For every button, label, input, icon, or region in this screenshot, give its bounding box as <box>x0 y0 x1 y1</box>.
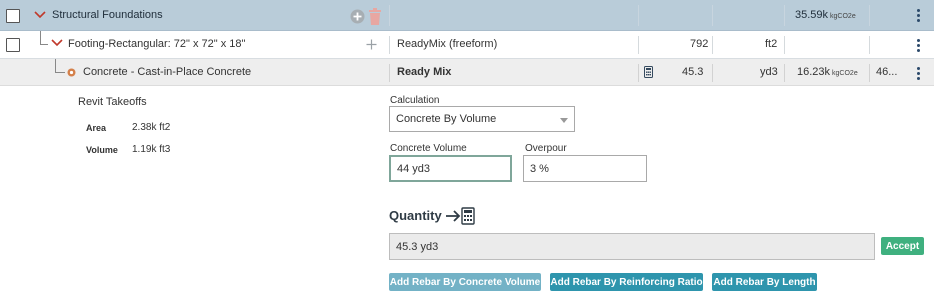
add-circle-icon[interactable] <box>350 9 365 24</box>
overpour-label: Overpour <box>525 143 567 154</box>
revit-area-value: 2.38k ft2 <box>132 122 171 133</box>
chevron-down-icon[interactable] <box>51 39 63 47</box>
add-icon[interactable] <box>366 39 377 50</box>
chevron-down-icon[interactable] <box>34 11 46 19</box>
quantity-output: 45.3 yd3 <box>389 233 875 260</box>
revit-area-label: Area <box>86 123 107 133</box>
calculation-select[interactable]: Concrete By Volume <box>389 106 575 132</box>
material-carbon-unit: kgCO2e <box>832 70 858 77</box>
assembly-carbon-unit: kgCO2e <box>830 13 856 20</box>
assembly-carbon-number: 35.59k <box>795 9 829 21</box>
concrete-volume-value: 44 yd3 <box>397 162 431 175</box>
material-quantity: 45.3 <box>682 66 704 78</box>
concrete-volume-label: Concrete Volume <box>390 143 467 154</box>
calculation-select-value: Concrete By Volume <box>396 113 497 125</box>
trash-icon[interactable] <box>368 8 382 25</box>
revit-volume-label: Volume <box>86 145 118 155</box>
material-extra-value: 46... <box>876 66 898 78</box>
material-title: Concrete - Cast-in-Place Concrete <box>83 66 252 78</box>
quantity-output-value: 45.3 yd3 <box>396 240 439 253</box>
material-carbon-number: 16.23k <box>797 66 831 78</box>
element-material: ReadyMix (freeform) <box>397 38 498 50</box>
arrow-to-calculator-icon <box>446 207 475 225</box>
element-title: Footing-Rectangular: 72" x 72" x 18" <box>68 38 246 50</box>
material-name: Ready Mix <box>397 66 452 78</box>
element-checkbox[interactable] <box>6 38 20 52</box>
element-quantity: 792 <box>690 38 709 50</box>
quantity-title: Quantity <box>389 208 442 223</box>
material-row[interactable]: Concrete - Cast-in-Place Concrete Ready … <box>0 59 934 86</box>
element-menu-icon[interactable] <box>917 39 921 52</box>
material-menu-icon[interactable] <box>917 67 921 80</box>
accept-button[interactable]: Accept <box>881 237 924 255</box>
assembly-title: Structural Foundations <box>52 9 163 21</box>
revit-volume-value: 1.19k ft3 <box>132 144 171 155</box>
add-rebar-by-reinforcing-ratio-button[interactable]: Add Rebar By Reinforcing Ratio <box>550 273 703 291</box>
revit-takeoffs-title: Revit Takeoffs <box>78 96 147 108</box>
material-unit: yd3 <box>760 66 778 78</box>
material-dot-icon <box>67 68 76 77</box>
calculation-label: Calculation <box>390 95 440 106</box>
element-row[interactable]: Footing-Rectangular: 72" x 72" x 18" Rea… <box>0 31 934 59</box>
caret-down-icon <box>560 118 568 123</box>
overpour-input[interactable]: 3 % <box>523 155 647 182</box>
calculator-icon[interactable] <box>644 66 653 78</box>
material-detail-panel: Revit Takeoffs Area 2.38k ft2 Volume 1.1… <box>0 86 934 307</box>
overpour-value: 3 % <box>530 162 549 175</box>
material-carbon-value: 16.23k kgCO2e <box>797 66 858 78</box>
assembly-row[interactable]: Structural Foundations 35.59k kgCO2e <box>0 0 934 31</box>
element-unit: ft2 <box>765 38 778 50</box>
add-rebar-by-concrete-volume-button[interactable]: Add Rebar By Concrete Volume <box>389 273 541 291</box>
assembly-carbon-value: 35.59k kgCO2e <box>795 9 856 21</box>
assembly-checkbox[interactable] <box>6 9 20 23</box>
concrete-volume-input[interactable]: 44 yd3 <box>389 155 512 182</box>
assembly-menu-icon[interactable] <box>917 9 921 22</box>
add-rebar-by-length-button[interactable]: Add Rebar By Length <box>712 273 817 291</box>
